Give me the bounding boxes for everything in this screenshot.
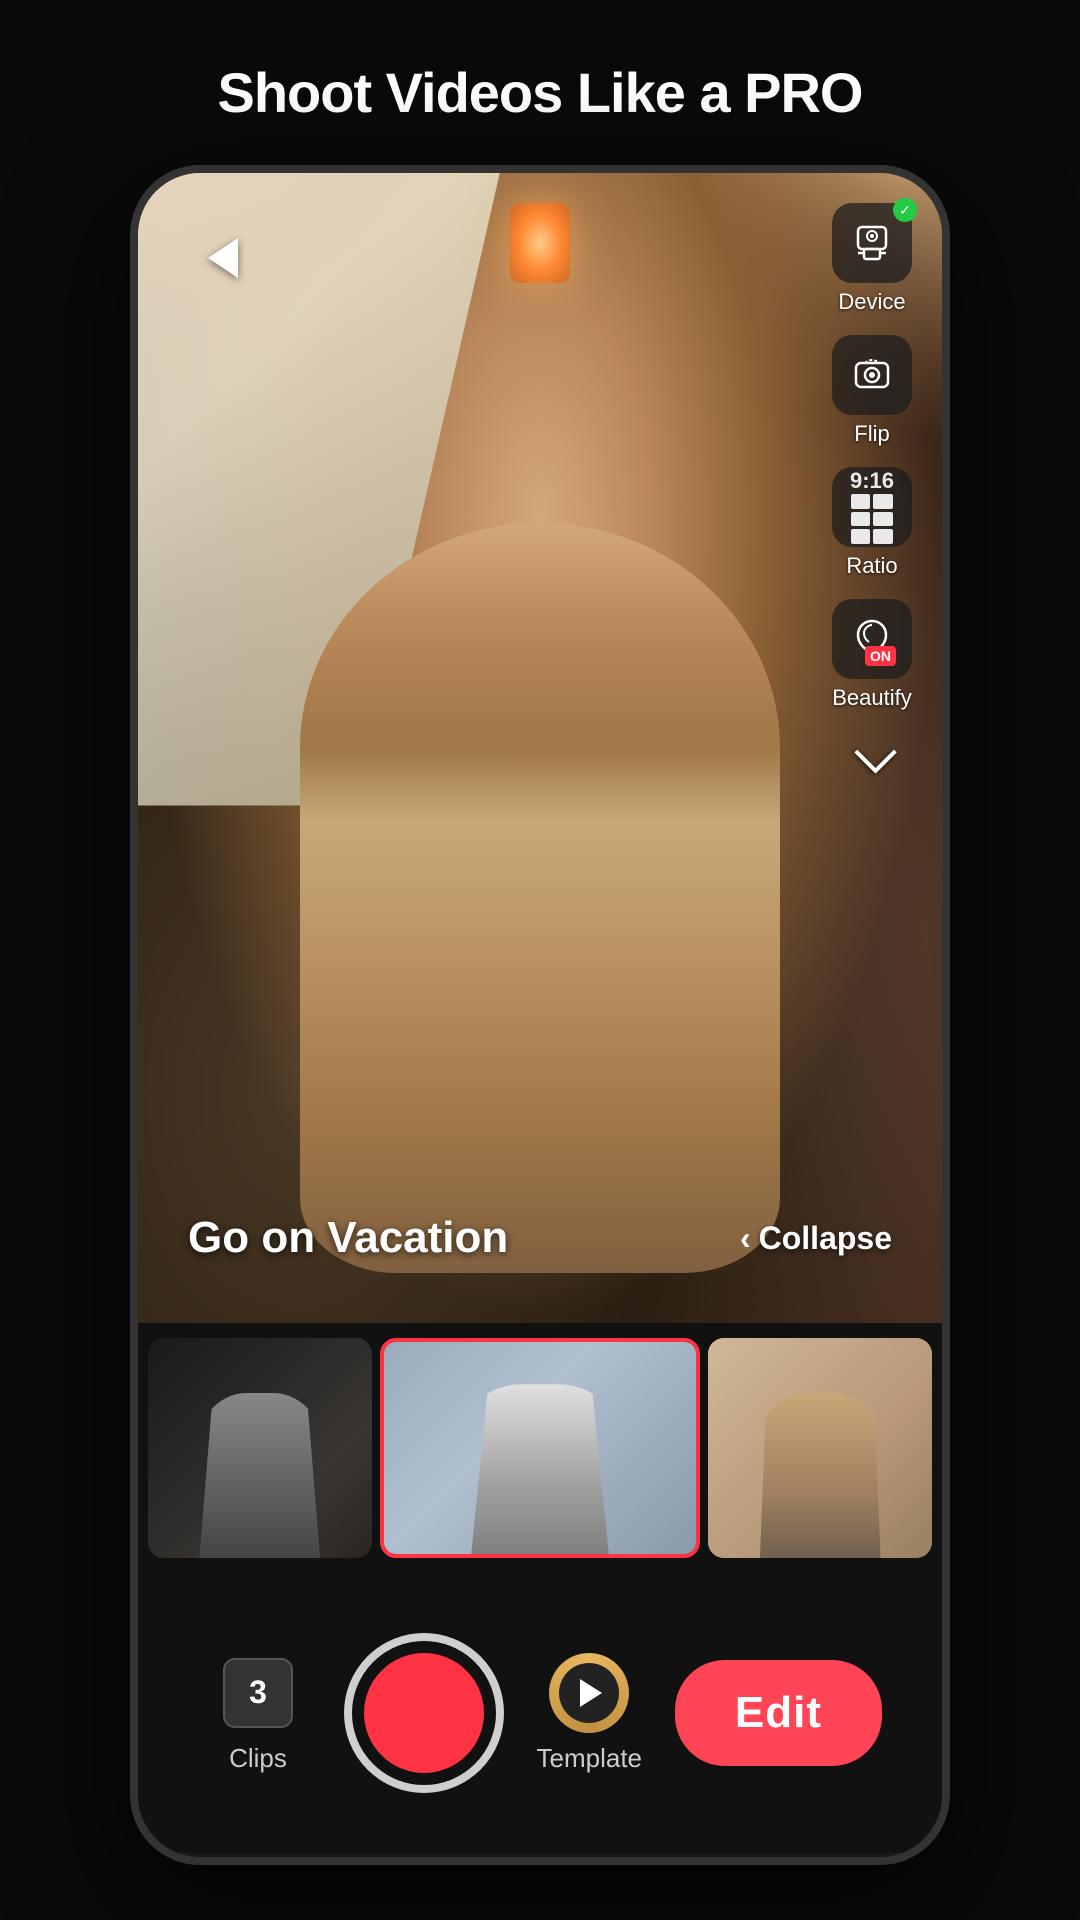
ceiling-light <box>510 203 570 283</box>
ratio-value: 9:16 <box>850 470 894 492</box>
thumbnail-1[interactable] <box>148 1338 372 1558</box>
beautify-label: Beautify <box>832 685 912 711</box>
edit-button[interactable]: Edit <box>675 1660 882 1766</box>
ratio-label: Ratio <box>846 553 897 579</box>
device-label: Device <box>838 289 905 315</box>
template-play-icon <box>580 1679 602 1707</box>
template-icon <box>549 1653 629 1733</box>
beautify-on-badge: ON <box>865 646 896 666</box>
thumb-person-1 <box>193 1393 327 1558</box>
person-silhouette <box>300 523 780 1273</box>
template-inner <box>559 1663 619 1723</box>
device-toolbar-item[interactable]: ✓ Device <box>832 203 912 315</box>
clips-control[interactable]: 3 Clips <box>198 1653 318 1774</box>
device-icon <box>850 221 894 265</box>
right-toolbar: ✓ Device Flip <box>832 203 912 781</box>
flip-icon <box>850 353 894 397</box>
beautify-icon-wrap: ON <box>832 599 912 679</box>
record-button-inner <box>364 1653 484 1773</box>
ratio-grid-icon <box>851 494 893 544</box>
collapse-label: Collapse <box>759 1220 892 1257</box>
phone-shell: ✓ Device Flip <box>130 165 950 1865</box>
ratio-icon-wrap: 9:16 <box>832 467 912 547</box>
thumbnail-strip <box>138 1323 942 1573</box>
back-button[interactable] <box>188 223 258 293</box>
expand-toolbar-button[interactable] <box>832 731 912 781</box>
beautify-icon-container: ON <box>850 615 894 664</box>
device-icon-wrap: ✓ <box>832 203 912 283</box>
beautify-toolbar-item[interactable]: ON Beautify <box>832 599 912 711</box>
record-button[interactable] <box>344 1633 504 1793</box>
template-control[interactable]: Template <box>529 1653 649 1774</box>
camera-viewfinder: ✓ Device Flip <box>138 173 942 1323</box>
thumbnail-3[interactable] <box>708 1338 932 1558</box>
caption-overlay: Go on Vacation ‹ Collapse <box>188 1213 892 1263</box>
flip-icon-wrap <box>832 335 912 415</box>
scene-caption: Go on Vacation <box>188 1213 508 1263</box>
page-title: Shoot Videos Like a PRO <box>217 60 862 125</box>
back-arrow-icon <box>208 238 238 278</box>
chevron-down-icon <box>854 731 896 773</box>
clips-icon: 3 <box>223 1658 293 1728</box>
ratio-toolbar-item[interactable]: 9:16 Ratio <box>832 467 912 579</box>
template-icon-wrap <box>544 1653 634 1733</box>
template-label: Template <box>537 1743 643 1774</box>
clips-icon-wrap: 3 <box>213 1653 303 1733</box>
thumbnail-2-active[interactable] <box>380 1338 701 1558</box>
thumb-person-3 <box>753 1393 887 1558</box>
bottom-controls: 3 Clips Template Edit <box>138 1573 942 1853</box>
device-active-badge: ✓ <box>893 198 917 222</box>
flip-toolbar-item[interactable]: Flip <box>832 335 912 447</box>
clips-count: 3 <box>249 1674 267 1711</box>
flip-label: Flip <box>854 421 889 447</box>
collapse-button[interactable]: ‹ Collapse <box>740 1220 892 1257</box>
clips-label: Clips <box>229 1743 287 1774</box>
